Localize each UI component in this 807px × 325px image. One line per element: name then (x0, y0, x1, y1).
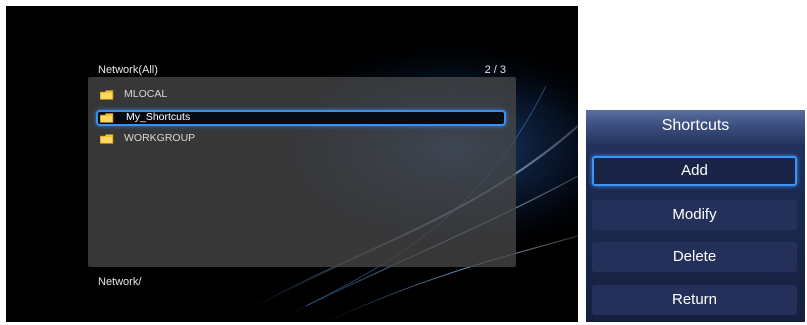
list-item-workgroup[interactable]: WORKGROUP (96, 131, 506, 147)
list-item-mlocal[interactable]: MLOCAL (96, 87, 506, 103)
page-indicator: 2 / 3 (484, 64, 506, 76)
shortcuts-menu-title: Shortcuts (586, 110, 805, 144)
current-path: Network/ (98, 276, 142, 288)
file-list-panel: MLOCAL My_Shortcuts WORKGROUP (88, 77, 516, 267)
browser-title: Network(All) (98, 64, 158, 76)
return-button[interactable]: Return (592, 285, 797, 315)
folder-icon (100, 134, 114, 144)
media-browser-screen: Network(All) 2 / 3 MLOCAL My_Shortcuts W… (6, 6, 578, 322)
shortcuts-menu: Shortcuts Add Modify Delete Return (586, 110, 805, 322)
folder-icon (100, 90, 114, 100)
add-button[interactable]: Add (592, 156, 797, 186)
list-item-label: My_Shortcuts (126, 111, 191, 123)
list-item-label: WORKGROUP (124, 132, 196, 144)
list-item-label: MLOCAL (124, 88, 168, 100)
delete-button[interactable]: Delete (592, 242, 797, 272)
modify-button[interactable]: Modify (592, 200, 797, 230)
list-item-my-shortcuts[interactable]: My_Shortcuts (96, 110, 506, 126)
folder-icon (100, 113, 114, 123)
